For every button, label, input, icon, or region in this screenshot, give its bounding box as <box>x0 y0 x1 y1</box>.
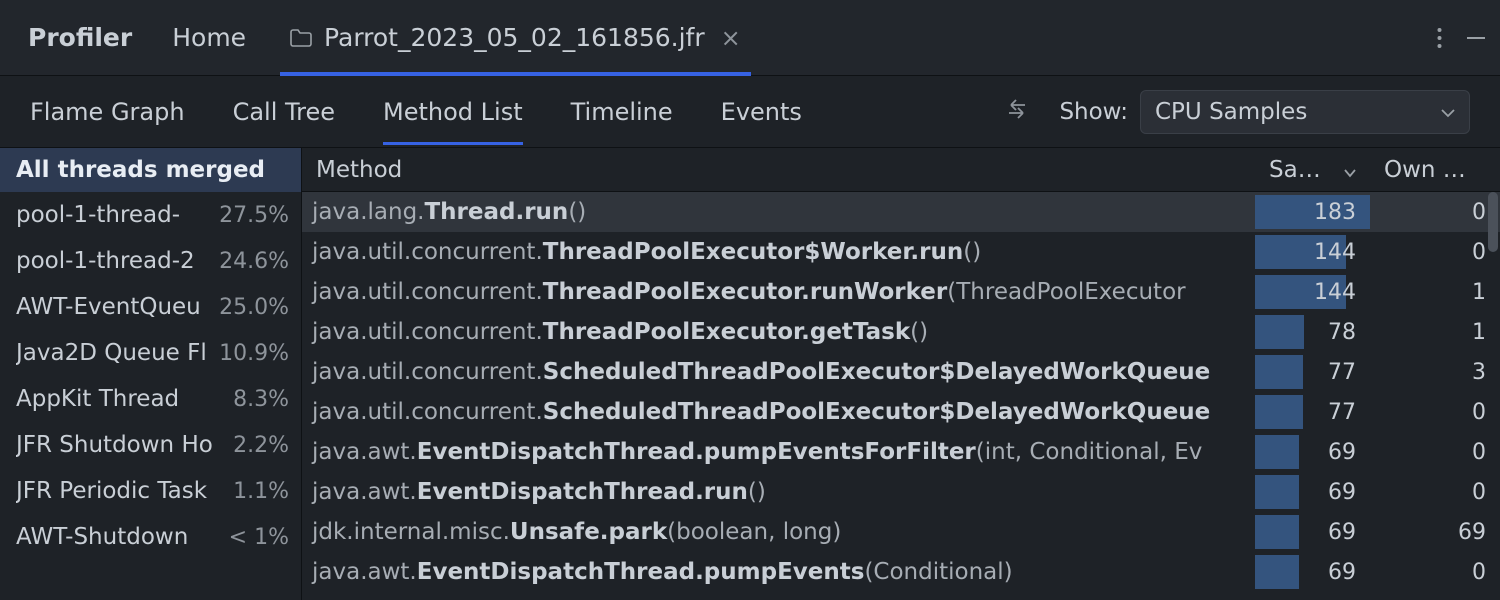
thread-name: pool-1-thread- <box>16 202 215 228</box>
thread-name: AWT-Shutdown <box>16 524 225 550</box>
cell-samples: 78 <box>1254 312 1370 352</box>
sort-desc-icon <box>1344 157 1356 183</box>
thread-pct: 25.0% <box>219 295 289 320</box>
show-combo[interactable]: CPU Samples <box>1140 90 1470 134</box>
cell-own: 0 <box>1370 560 1500 585</box>
cell-samples: 69 <box>1254 512 1370 552</box>
sidebar-header-label: All threads merged <box>16 157 265 183</box>
cell-own: 0 <box>1370 480 1500 505</box>
thread-pct: < 1% <box>229 525 289 550</box>
cell-samples: 144 <box>1254 272 1370 312</box>
tab-method-list[interactable]: Method List <box>383 80 523 144</box>
sidebar-item[interactable]: AWT-EventQueu25.0% <box>0 284 301 330</box>
file-tab[interactable]: Parrot_2023_05_02_161856.jfr × <box>280 0 751 76</box>
thread-pct: 8.3% <box>233 387 289 412</box>
table-row[interactable]: java.util.concurrent.ThreadPoolExecutor.… <box>302 272 1500 312</box>
cell-method: java.util.concurrent.ScheduledThreadPool… <box>302 359 1254 385</box>
cell-method: java.util.concurrent.ThreadPoolExecutor.… <box>302 279 1254 305</box>
tab-timeline[interactable]: Timeline <box>571 80 673 144</box>
close-tab-icon[interactable]: × <box>721 24 741 52</box>
table-row[interactable]: java.util.concurrent.ScheduledThreadPool… <box>302 392 1500 432</box>
cell-samples: 77 <box>1254 352 1370 392</box>
thread-pct: 1.1% <box>233 479 289 504</box>
thread-name: AppKit Thread <box>16 386 229 412</box>
cell-samples: 77 <box>1254 392 1370 432</box>
main-header: Profiler Home Parrot_2023_05_02_161856.j… <box>0 0 1500 76</box>
threads-sidebar: All threads merged pool-1-thread-27.5%po… <box>0 148 302 600</box>
table-row[interactable]: java.lang.Thread.run()1830 <box>302 192 1500 232</box>
col-samples[interactable]: Sa… <box>1254 157 1370 183</box>
scrollbar[interactable] <box>1488 192 1498 252</box>
cell-method: java.lang.Thread.run() <box>302 199 1254 225</box>
cell-samples: 69 <box>1254 472 1370 512</box>
show-label: Show: <box>1059 99 1128 125</box>
thread-pct: 10.9% <box>219 341 289 366</box>
cell-samples: 144 <box>1254 232 1370 272</box>
thread-name: JFR Periodic Task <box>16 478 229 504</box>
cell-method: java.util.concurrent.ThreadPoolExecutor.… <box>302 319 1254 345</box>
thread-name: JFR Shutdown Ho <box>16 432 229 458</box>
col-method[interactable]: Method <box>302 157 1254 183</box>
cell-samples: 69 <box>1254 552 1370 592</box>
sidebar-item[interactable]: pool-1-thread-27.5% <box>0 192 301 238</box>
sidebar-item[interactable]: JFR Periodic Task1.1% <box>0 468 301 514</box>
main-area: All threads merged pool-1-thread-27.5%po… <box>0 148 1500 600</box>
table-header: Method Sa… Own … <box>302 148 1500 192</box>
sidebar-item[interactable]: pool-1-thread-224.6% <box>0 238 301 284</box>
chevron-down-icon <box>1441 99 1455 124</box>
methods-table: Method Sa… Own … java.lang.Thread.run()1… <box>302 148 1500 600</box>
table-row[interactable]: java.util.concurrent.ThreadPoolExecutor$… <box>302 232 1500 272</box>
cell-own: 1 <box>1370 280 1500 305</box>
sidebar-item[interactable]: Java2D Queue Fl10.9% <box>0 330 301 376</box>
kebab-menu-icon[interactable] <box>1437 27 1442 49</box>
view-toolbar: Flame Graph Call Tree Method List Timeli… <box>0 76 1500 148</box>
cell-method: jdk.internal.misc.Unsafe.park(boolean, l… <box>302 519 1254 545</box>
cell-samples: 69 <box>1254 432 1370 472</box>
tab-events[interactable]: Events <box>721 80 802 144</box>
sidebar-item[interactable]: AWT-Shutdown< 1% <box>0 514 301 560</box>
file-name: Parrot_2023_05_02_161856.jfr <box>324 23 705 52</box>
thread-name: AWT-EventQueu <box>16 294 215 320</box>
folder-icon <box>290 29 312 47</box>
sidebar-header[interactable]: All threads merged <box>0 148 301 192</box>
sidebar-item[interactable]: JFR Shutdown Ho2.2% <box>0 422 301 468</box>
cell-method: java.util.concurrent.ScheduledThreadPool… <box>302 399 1254 425</box>
table-row[interactable]: java.awt.EventDispatchThread.run()690 <box>302 472 1500 512</box>
table-body: java.lang.Thread.run()1830java.util.conc… <box>302 192 1500 600</box>
thread-name: pool-1-thread-2 <box>16 248 215 274</box>
cell-own: 0 <box>1370 240 1500 265</box>
thread-pct: 2.2% <box>233 433 289 458</box>
table-row[interactable]: jdk.internal.misc.Unsafe.park(boolean, l… <box>302 512 1500 552</box>
tab-call-tree[interactable]: Call Tree <box>233 80 335 144</box>
title-label: Profiler <box>28 23 132 52</box>
cell-own: 69 <box>1370 520 1500 545</box>
thread-pct: 24.6% <box>219 249 289 274</box>
cell-method: java.awt.EventDispatchThread.pumpEventsF… <box>302 439 1254 465</box>
table-row[interactable]: java.util.concurrent.ScheduledThreadPool… <box>302 352 1500 392</box>
cell-samples: 183 <box>1254 192 1370 232</box>
cell-method: java.awt.EventDispatchThread.pumpEvents(… <box>302 559 1254 585</box>
thread-name: Java2D Queue Fl <box>16 340 215 366</box>
sidebar-item[interactable]: AppKit Thread8.3% <box>0 376 301 422</box>
table-row[interactable]: java.awt.EventDispatchThread.pumpEvents(… <box>302 552 1500 592</box>
minimize-icon[interactable] <box>1466 28 1486 48</box>
cell-own: 0 <box>1370 440 1500 465</box>
table-row[interactable]: java.awt.EventDispatchThread.pumpEventsF… <box>302 432 1500 472</box>
thread-pct: 27.5% <box>219 203 289 228</box>
cell-own: 3 <box>1370 360 1500 385</box>
col-own[interactable]: Own … <box>1370 157 1500 183</box>
cell-own: 0 <box>1370 200 1500 225</box>
show-combo-value: CPU Samples <box>1155 99 1307 125</box>
cell-method: java.util.concurrent.ThreadPoolExecutor$… <box>302 239 1254 265</box>
cell-own: 1 <box>1370 320 1500 345</box>
cell-method: java.awt.EventDispatchThread.run() <box>302 479 1254 505</box>
swap-icon[interactable] <box>1003 97 1031 127</box>
table-row[interactable]: java.util.concurrent.ThreadPoolExecutor.… <box>302 312 1500 352</box>
home-tab[interactable]: Home <box>172 23 246 52</box>
cell-own: 0 <box>1370 400 1500 425</box>
tab-flame-graph[interactable]: Flame Graph <box>30 80 185 144</box>
